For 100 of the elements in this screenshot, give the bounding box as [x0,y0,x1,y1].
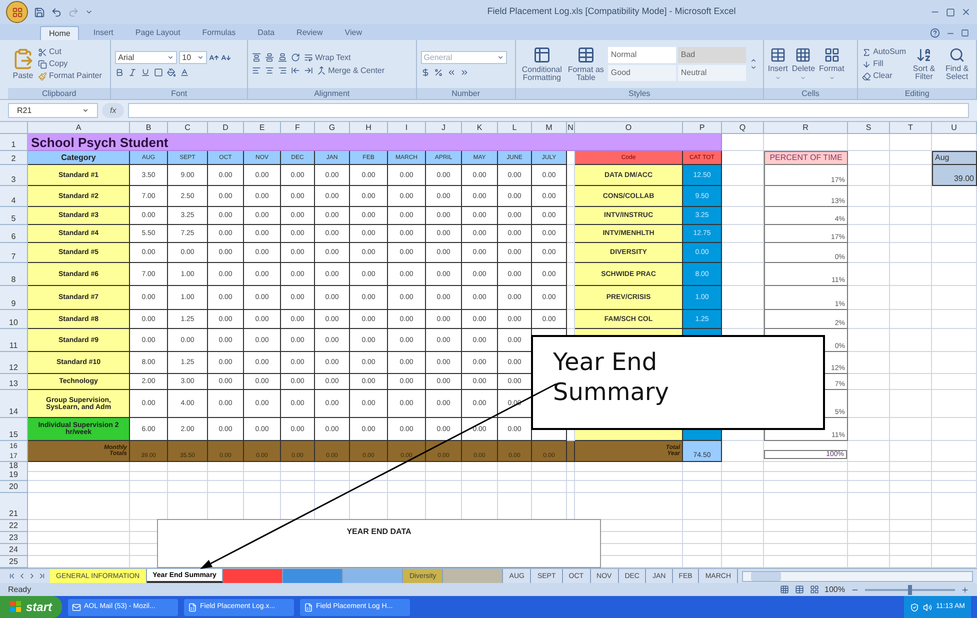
ribbon-tab[interactable]: Insert [85,26,122,40]
cell-action-button[interactable]: Insert [768,47,788,81]
font-name-field[interactable]: Arial [115,51,178,64]
cell-style-item[interactable]: Neutral [678,65,746,81]
row-header[interactable]: 10 [0,310,28,329]
row-header[interactable]: 9 [0,286,28,310]
empty-cell [168,471,208,481]
find-select-button[interactable]: Find & Select [942,47,972,81]
wrap-text-button[interactable]: Wrap Text [304,53,351,62]
column-header[interactable]: U [932,122,977,134]
empty-cell [722,520,764,532]
sheet-tab[interactable] [343,569,404,583]
row-header[interactable]: 2 [0,151,28,165]
empty-cell [532,471,567,481]
row-header[interactable]: 3 [0,165,28,186]
row-header[interactable]: 18 [0,462,28,472]
row-header[interactable]: 24 [0,544,28,556]
arrow-down-icon [862,60,872,68]
font-size-field[interactable]: 10 [179,51,208,64]
clear-button[interactable]: Clear [862,72,906,80]
office-button[interactable] [6,1,28,23]
cell-style-item[interactable]: Good [608,65,676,81]
ribbon-tab[interactable]: Home [40,26,80,40]
sheet-tab[interactable] [283,569,344,583]
column-header[interactable]: T [890,122,932,134]
speaker-icon [922,602,932,612]
row-header[interactable]: 12 [0,352,28,374]
shield-icon [910,602,919,612]
shrink-font-icon [221,52,232,62]
empty-cell [932,441,977,462]
zoom-in-icon [961,586,969,594]
empty-cell [848,493,890,520]
copy-button[interactable]: Copy [38,60,102,68]
horizontal-scrollbar[interactable] [742,570,973,582]
paintbrush-icon [38,72,47,80]
autosum-button[interactable]: AutoSum [862,48,906,56]
slider-thumb[interactable] [908,584,912,594]
column-header[interactable]: S [848,122,890,134]
ribbon-tab[interactable]: View [336,26,370,40]
chart-title: YEAR END DATA [346,526,412,536]
conditional-formatting-button[interactable]: Conditional Formatting [520,46,564,82]
sheet-tab[interactable] [443,569,504,583]
format-as-table-button[interactable]: Format as Table [568,46,604,82]
start-button[interactable]: start [0,596,62,618]
row-header[interactable]: 4 [0,186,28,207]
cut-button[interactable]: Cut [38,48,102,56]
column-title: Aug [932,151,977,165]
ribbon-tab[interactable]: Page Layout [127,26,188,40]
row-header[interactable]: 22 [0,520,28,532]
row-header[interactable]: 19 [0,471,28,481]
row-header[interactable]: 15 [0,418,28,441]
empty-cell [890,418,932,441]
empty-cell [722,532,764,544]
double-chevron-left-icon [446,68,456,77]
sort-icon [916,47,932,63]
zoom-level[interactable]: 100% [824,584,845,596]
ribbon-tab[interactable]: Review [288,26,331,40]
function-label[interactable]: fx [102,103,124,118]
cell-style-item[interactable]: Normal [608,47,676,63]
row-header[interactable]: 13 [0,374,28,390]
format-painter-button[interactable]: Format Painter [38,72,102,80]
merge-center-button[interactable]: Merge & Center [317,66,385,75]
cell-action-button[interactable]: Format [819,47,844,81]
row-header[interactable]: 5 [0,207,28,225]
row-header[interactable]: 25 [0,556,28,568]
table-icon [576,46,595,64]
empty-cell [890,263,932,286]
empty-cell [932,286,977,310]
dollar-icon [420,68,430,77]
paste-button[interactable]: Paste [12,48,34,80]
row-header[interactable]: 1 [0,134,28,151]
formula-field[interactable] [128,103,969,118]
row-header[interactable]: 11 [0,329,28,352]
empty-cell [498,471,532,481]
fill-button[interactable]: Fill [862,60,906,68]
group-label: Cells [764,88,858,99]
border-icon [154,68,164,77]
column-header[interactable]: R [764,122,848,134]
row-header[interactable]: 20 [0,481,28,493]
sheet-tab[interactable] [223,569,284,583]
ribbon-tab[interactable]: Data [250,26,283,40]
row-header[interactable]: 8 [0,263,28,286]
row-header[interactable]: 7 [0,243,28,263]
scissors-icon [38,48,47,56]
row-header[interactable]: 6 [0,225,28,243]
sort-filter-button[interactable]: Sort & Filter [910,47,938,81]
empty-cell [281,462,315,472]
chart-panel[interactable]: YEAR END DATA [157,519,601,568]
empty-cell [462,471,498,481]
empty-cell [932,263,977,286]
column-header[interactable]: Q [722,122,764,134]
ribbon-tab[interactable]: Formulas [194,26,244,40]
cell-style-item[interactable]: Bad [678,47,746,63]
align-center-icon [265,66,274,75]
cell-action-button[interactable]: Delete [792,47,816,81]
empty-cell [130,462,168,472]
row-header[interactable]: 21 [0,493,28,520]
row-header[interactable]: 14 [0,390,28,418]
row-header[interactable]: 23 [0,532,28,544]
name-box[interactable]: R21 [8,103,98,118]
